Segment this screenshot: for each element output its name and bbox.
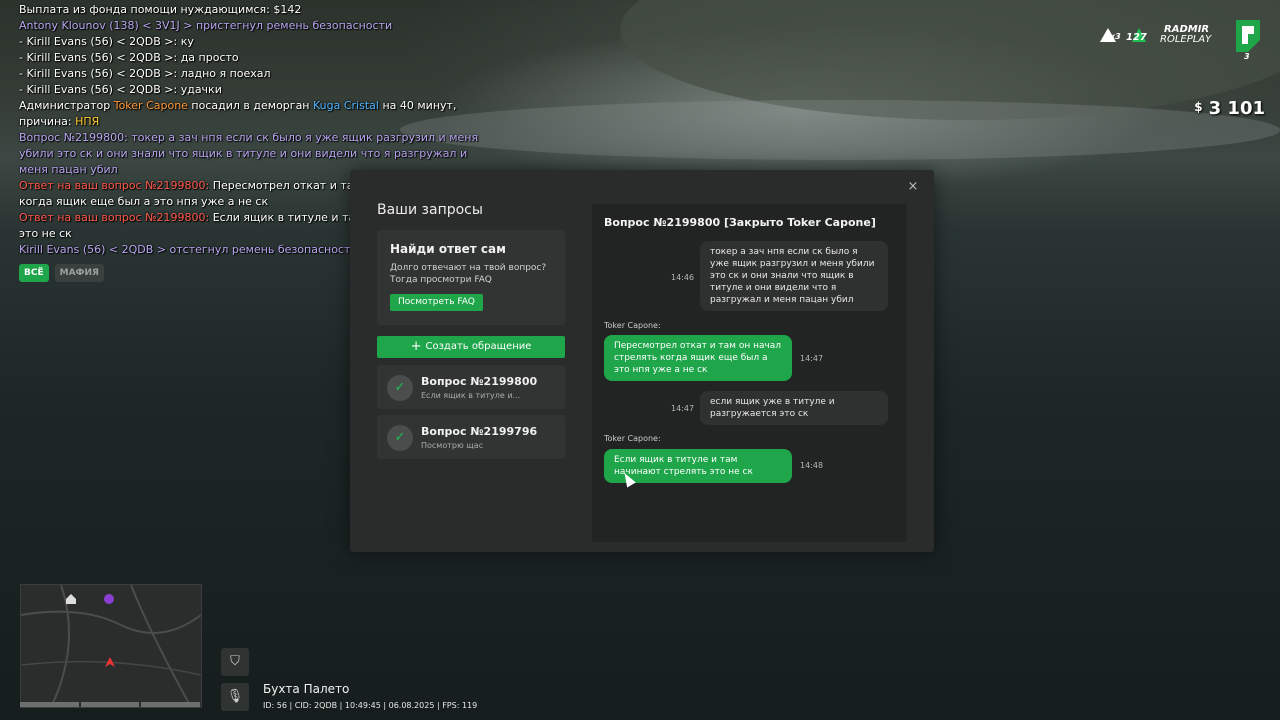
- faq-title: Найди ответ сам: [390, 242, 506, 256]
- chat-segment: - Kirill Evans (56) < 2QDB >: ку: [19, 35, 194, 48]
- status-field: FPS: 119: [434, 701, 477, 710]
- health-armor-bar: [20, 702, 201, 707]
- conversation-title: Вопрос №2199800 [Закрыто Toker Capone]: [604, 216, 876, 229]
- message-sender: Toker Capone:: [604, 434, 661, 443]
- chat-segment: Kirill Evans (56) < 2QDB > отстегнул рем…: [19, 243, 358, 256]
- chat-segment: Выплата из фонда помощи нуждающимся: $14…: [19, 3, 302, 16]
- location-name: Бухта Палето: [263, 682, 350, 696]
- request-preview: Если ящик в титуле и...: [421, 391, 521, 400]
- x3-badge: x3: [1110, 32, 1121, 41]
- admin-message: Пересмотрел откат и там он начал стрелят…: [604, 335, 792, 381]
- view-faq-button[interactable]: Посмотреть FAQ: [390, 294, 483, 311]
- create-request-button[interactable]: + Создать обращение: [377, 336, 565, 358]
- create-request-label: Создать обращение: [425, 341, 532, 352]
- chat-line: Администратор Toker Capone посадил в дем…: [19, 98, 489, 130]
- brand-subtitle: ROLEPLAY: [1160, 34, 1212, 45]
- minimap: [20, 584, 202, 708]
- chat-line: - Kirill Evans (56) < 2QDB >: удачки: [19, 82, 489, 98]
- chat-line: Antony Klounov (138) < 3V1J > пристегнул…: [19, 18, 489, 34]
- message-sender: Toker Capone:: [604, 321, 661, 330]
- chat-line: Выплата из фонда помощи нуждающимся: $14…: [19, 2, 489, 18]
- chat-segment: Администратор: [19, 99, 114, 112]
- request-item[interactable]: ✓ Вопрос №2199796 Посмотрю щас: [377, 415, 565, 459]
- plus-icon: +: [410, 339, 422, 354]
- online-count: 127: [1126, 32, 1147, 43]
- dollar-icon: $: [1194, 100, 1203, 114]
- chat-tabs: ВСЁ МАФИЯ: [19, 264, 104, 282]
- check-icon: ✓: [387, 375, 413, 401]
- background-lake: [400, 100, 1280, 160]
- chat-segment: - Kirill Evans (56) < 2QDB >: ладно я по…: [19, 67, 271, 80]
- chat-segment: Kuga Cristal: [313, 99, 379, 112]
- faq-card: Найди ответ сам Долго отвечают на твой в…: [377, 230, 565, 325]
- request-title: Вопрос №2199800: [421, 375, 538, 388]
- requests-modal: Ваши запросы × Найди ответ сам Долго отв…: [350, 170, 934, 552]
- server-number: 3: [1244, 52, 1250, 61]
- player-marker-icon: [105, 657, 115, 667]
- mafia-marker-icon: [104, 594, 114, 604]
- user-message: токер а зач нпя если ск было я уже ящик …: [700, 241, 888, 311]
- chat-segment: - Kirill Evans (56) < 2QDB >: удачки: [19, 83, 222, 96]
- request-preview: Посмотрю щас: [421, 441, 484, 450]
- faq-text: Долго отвечают на твой вопрос? Тогда про…: [390, 263, 547, 285]
- check-icon: ✓: [387, 425, 413, 451]
- chat-line: - Kirill Evans (56) < 2QDB >: ладно я по…: [19, 66, 489, 82]
- status-field: 06.08.2025: [381, 701, 435, 710]
- house-marker-icon: [66, 594, 76, 604]
- chat-line: - Kirill Evans (56) < 2QDB >: ку: [19, 34, 489, 50]
- request-title: Вопрос №2199796: [421, 425, 538, 438]
- status-field: CID: 2QDB: [287, 701, 337, 710]
- chat-segment: Ответ на ваш вопрос №2199800:: [19, 211, 213, 224]
- chat-segment: НПЯ: [75, 115, 100, 128]
- chat-segment: посадил в деморган: [187, 99, 313, 112]
- message-time: 14:46: [671, 273, 695, 282]
- message-time: 14:47: [800, 354, 824, 363]
- modal-title: Ваши запросы: [377, 202, 483, 218]
- user-message: если ящик уже в титуле и разгружается эт…: [700, 391, 888, 425]
- status-field: ID: 56: [263, 701, 287, 710]
- message-time: 14:47: [671, 404, 695, 413]
- player-status-line: ID: 56CID: 2QDB10:49:4506.08.2025FPS: 11…: [263, 701, 477, 710]
- chat-segment: Antony Klounov (138) < 3V1J > пристегнул…: [19, 19, 393, 32]
- request-item[interactable]: ✓ Вопрос №2199800 Если ящик в титуле и..…: [377, 365, 565, 409]
- money-value: 3 101: [1208, 98, 1265, 119]
- chat-tab[interactable]: МАФИЯ: [54, 264, 104, 282]
- close-icon[interactable]: ×: [906, 180, 920, 194]
- message-time: 14:48: [800, 461, 824, 470]
- chat-segment: Toker Capone: [113, 99, 188, 112]
- conversation-panel: Вопрос №2199800 [Закрыто Toker Capone] 1…: [592, 204, 907, 542]
- chat-line: - Kirill Evans (56) < 2QDB >: да просто: [19, 50, 489, 66]
- chat-segment: Ответ на ваш вопрос №2199800:: [19, 179, 213, 192]
- money-display: $3 101: [1194, 98, 1265, 119]
- chat-tab[interactable]: ВСЁ: [19, 264, 49, 282]
- chat-segment: - Kirill Evans (56) < 2QDB >: да просто: [19, 51, 239, 64]
- server-hud: x3 127 RADMIR ROLEPLAY 3: [1096, 18, 1266, 70]
- status-field: 10:49:45: [337, 701, 381, 710]
- shield-icon[interactable]: ⛉: [221, 648, 249, 676]
- microphone-icon[interactable]: 🎙: [221, 683, 249, 711]
